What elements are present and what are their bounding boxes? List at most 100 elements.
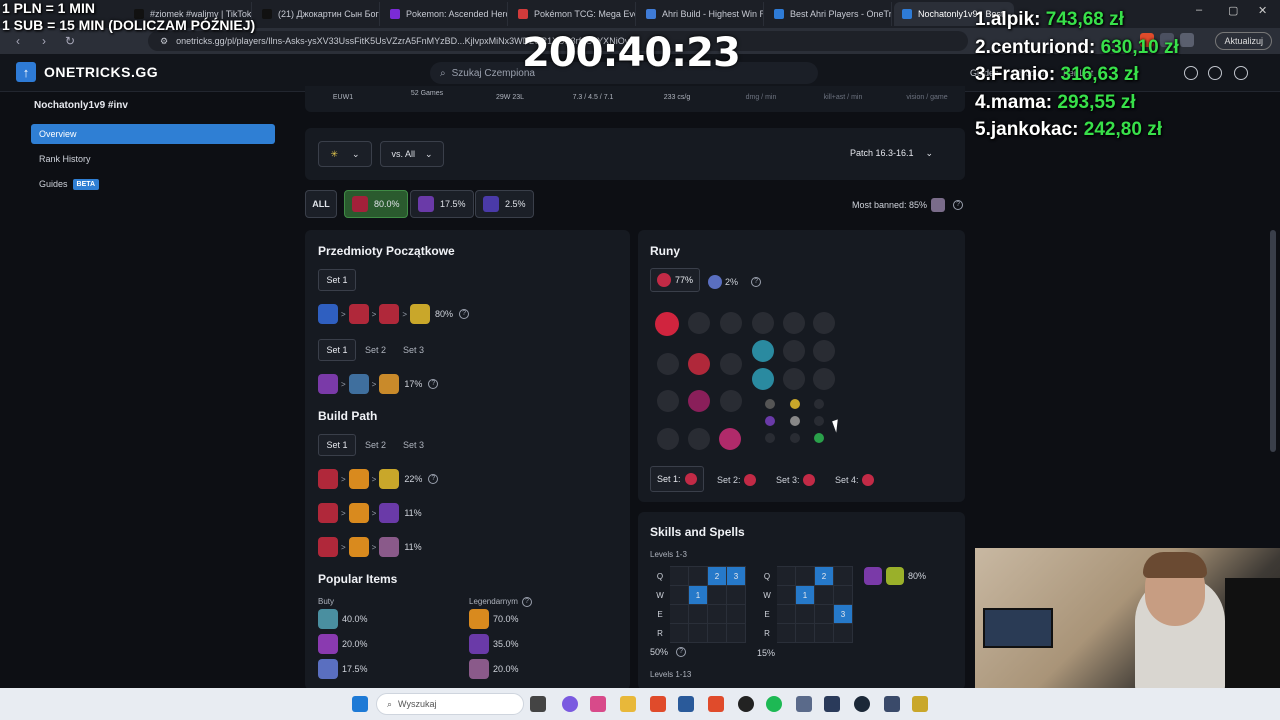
rune-icon[interactable]	[720, 390, 742, 412]
browser-tab[interactable]: Best Ahri Players - OneTri	[766, 2, 892, 26]
language-icon[interactable]	[1208, 66, 1222, 80]
shard-icon[interactable]	[790, 433, 800, 443]
help-icon[interactable]: ?	[953, 200, 964, 210]
shard-icon[interactable]	[790, 399, 800, 409]
taskbar-search[interactable]: ⌕ Wyszukaj	[376, 693, 524, 715]
site-logo[interactable]: ↑ ONETRICKS.GG	[16, 62, 158, 82]
boots-pct: 20.0%	[342, 639, 368, 649]
rune-icon[interactable]	[813, 368, 835, 390]
help-icon[interactable]: ?	[428, 379, 439, 389]
rune-icon[interactable]	[752, 368, 774, 390]
sidebar-item-overview[interactable]: Overview	[31, 124, 275, 144]
item-icon	[379, 537, 400, 557]
shard-icon[interactable]	[814, 416, 824, 426]
rune-icon[interactable]	[720, 353, 742, 375]
update-button[interactable]: Aktualizuj	[1215, 32, 1272, 50]
sidebar-item-rank-history[interactable]: Rank History	[31, 149, 275, 169]
forward-icon[interactable]: ›	[36, 34, 52, 48]
set-2-tab[interactable]: Set 2	[365, 440, 386, 450]
notepad-icon[interactable]	[796, 696, 812, 712]
set-1-tab[interactable]: Set 1	[318, 434, 356, 456]
browser-tab[interactable]: Pokemon: Ascended Heroes	[382, 2, 508, 26]
secondary-tree-icon[interactable]	[752, 312, 774, 334]
shard-icon[interactable]	[814, 399, 824, 409]
file-explorer-icon[interactable]	[620, 696, 636, 712]
rune-set-3-tab[interactable]: Set 3:	[776, 474, 815, 486]
shard-icon[interactable]	[765, 433, 775, 443]
reload-icon[interactable]: ↻	[62, 34, 78, 48]
patch-select[interactable]: Patch 16.3-16.1 ⌄	[850, 148, 933, 159]
account-icon[interactable]	[1234, 66, 1248, 80]
rune-icon[interactable]	[657, 353, 679, 375]
minimize-icon[interactable]: –	[1196, 4, 1202, 16]
rune-set-2-tab[interactable]: Set 2:	[717, 474, 756, 486]
brave-icon[interactable]	[650, 696, 666, 712]
obs-icon[interactable]	[738, 696, 754, 712]
rune-icon[interactable]	[783, 368, 805, 390]
rune-icon[interactable]	[752, 340, 774, 362]
browser-tab[interactable]: (21) Джокартин Сын Бога	[254, 2, 380, 26]
page-scrollbar[interactable]	[1270, 230, 1276, 452]
close-icon[interactable]: ✕	[1258, 4, 1267, 17]
site-info-icon[interactable]: ⚙	[160, 36, 168, 47]
back-icon[interactable]: ‹	[10, 34, 26, 48]
steam-icon[interactable]	[854, 696, 870, 712]
spotify-icon[interactable]	[766, 696, 782, 712]
browser-tab[interactable]: Ahri Build - Highest Win R	[638, 2, 764, 26]
extension-icon[interactable]	[1180, 33, 1194, 47]
rune-icon[interactable]	[688, 353, 710, 375]
help-icon[interactable]: ?	[459, 309, 470, 319]
set-3-tab[interactable]: Set 3	[403, 345, 424, 355]
task-view-icon[interactable]	[530, 696, 546, 712]
app-icon[interactable]	[590, 696, 606, 712]
keystone-icon[interactable]	[688, 312, 710, 334]
league-client-icon[interactable]	[912, 696, 928, 712]
app-icon[interactable]	[562, 696, 578, 712]
set-3-tab[interactable]: Set 3	[403, 440, 424, 450]
role-filter-button[interactable]: ✳ ⌄	[318, 141, 372, 167]
starting-set-button[interactable]: Set 1	[318, 269, 356, 291]
keystone-icon[interactable]	[720, 312, 742, 334]
shard-icon[interactable]	[790, 416, 800, 426]
rune-icon[interactable]	[719, 428, 741, 450]
calculator-icon[interactable]	[884, 696, 900, 712]
help-icon[interactable]: ?	[676, 647, 687, 657]
rune-set-4-tab[interactable]: Set 4:	[835, 474, 874, 486]
vs-filter-select[interactable]: vs. All ⌄	[380, 141, 444, 167]
browser-tab[interactable]: Pokémon TCG: Mega Evolu	[510, 2, 636, 26]
keystone-electrocute-icon[interactable]	[655, 312, 679, 336]
app-icon[interactable]	[824, 696, 840, 712]
app-icon[interactable]	[678, 696, 694, 712]
windows-start-icon[interactable]	[352, 696, 368, 712]
champion-filter-pill[interactable]: 17.5%	[410, 190, 474, 218]
set-2-tab[interactable]: Set 2	[365, 345, 386, 355]
theme-toggle-icon[interactable]	[1184, 66, 1198, 80]
rune-icon[interactable]	[657, 390, 679, 412]
shard-icon[interactable]	[765, 399, 775, 409]
set-1-tab[interactable]: Set 1	[318, 339, 356, 361]
champion-filter-all[interactable]: ALL	[305, 190, 337, 218]
rune-icon[interactable]	[813, 340, 835, 362]
shard-icon[interactable]	[814, 433, 824, 443]
shard-icon[interactable]	[765, 416, 775, 426]
help-icon[interactable]: ?	[428, 474, 439, 484]
primary-rune-tab[interactable]: 77%	[650, 268, 701, 292]
champion-filter-pill[interactable]: 80.0%	[344, 190, 408, 218]
help-icon[interactable]: ?	[521, 597, 532, 607]
rune-icon[interactable]	[688, 390, 710, 412]
secondary-tree-icon[interactable]	[783, 312, 805, 334]
tab-label: Pokémon TCG: Mega Evolu	[534, 9, 636, 19]
maximize-icon[interactable]: ▢	[1228, 4, 1238, 17]
rune-icon[interactable]	[688, 428, 710, 450]
secondary-tree-icon[interactable]	[813, 312, 835, 334]
ignite-spell-icon	[886, 567, 904, 585]
sidebar-item-guides[interactable]: Guides BETA	[31, 174, 275, 194]
rune-icon[interactable]	[657, 428, 679, 450]
browser-icon[interactable]	[708, 696, 724, 712]
help-icon[interactable]: ?	[751, 277, 762, 287]
rune-set-1-tab[interactable]: Set 1:	[650, 466, 704, 492]
champion-filter-pill[interactable]: 2.5%	[475, 190, 534, 218]
arrow-icon: >	[371, 508, 377, 518]
secondary-rune-tab[interactable]: 2%?	[708, 275, 762, 289]
rune-icon[interactable]	[783, 340, 805, 362]
